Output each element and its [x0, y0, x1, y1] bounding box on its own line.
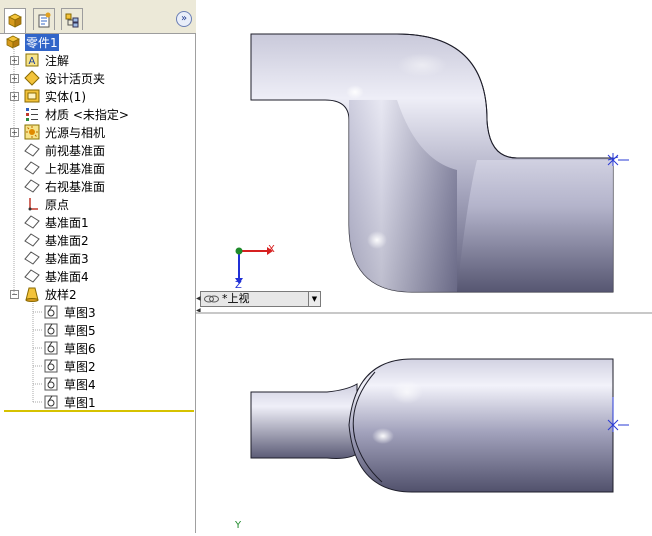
view-link-icon [204, 295, 219, 303]
tree-item-label: 草图6 [64, 342, 96, 356]
expand-toggle[interactable]: + [10, 92, 19, 101]
configuration-manager-tab[interactable] [61, 8, 83, 30]
tree-item-label: 草图4 [64, 378, 96, 392]
tree-item-material[interactable]: 材质 <未指定> [0, 105, 195, 123]
sketch-icon [44, 377, 58, 391]
tree-item-label: 草图5 [64, 324, 96, 338]
view-orientation-value: *上视 [222, 292, 250, 305]
tree-item-label: 光源与相机 [45, 126, 106, 140]
axis-z-label: Z [235, 280, 242, 291]
tree-item-sketch[interactable]: 草图1 [0, 393, 195, 411]
axis-y-label: Y [235, 520, 242, 531]
sketch-icon [44, 305, 58, 319]
material-icon [26, 108, 38, 121]
tree-item-label: 基准面4 [45, 270, 89, 284]
tree-item-label: 前视基准面 [45, 144, 106, 158]
bottom-viewport[interactable]: Y [197, 314, 652, 533]
tree-item-label: 原点 [45, 198, 70, 212]
plane-icon [24, 233, 40, 247]
tree-root-label: 零件1 [25, 34, 59, 51]
tree-item-label: 右视基准面 [45, 180, 106, 194]
tree-item-label: 放样2 [45, 288, 77, 302]
design-binder-icon [24, 70, 40, 86]
origin-icon [28, 198, 38, 211]
tree-item-label: 草图2 [64, 360, 96, 374]
plane-icon [24, 251, 40, 265]
expand-toggle[interactable]: + [10, 128, 19, 137]
tree-item-label: 基准面3 [45, 252, 89, 266]
tree-item-plane2[interactable]: 基准面2 [0, 231, 195, 249]
tree-item-label: 上视基准面 [45, 162, 106, 176]
tree-item-annotations[interactable]: + A 注解 [0, 51, 195, 69]
tree-item-top-plane[interactable]: 上视基准面 [0, 159, 195, 177]
configuration-icon [65, 13, 79, 27]
pipe-body-front-view [348, 358, 614, 493]
tree-item-label: 设计活页夹 [45, 72, 106, 86]
lights-camera-icon [24, 124, 40, 140]
property-manager-tab[interactable] [33, 8, 55, 30]
expand-toggle[interactable]: + [10, 56, 19, 65]
collapse-toggle[interactable]: − [10, 290, 19, 299]
tree-item-plane4[interactable]: 基准面4 [0, 267, 195, 285]
tree-root-part[interactable]: 零件1 [0, 33, 195, 51]
plane-icon [24, 161, 40, 175]
tree-item-label: 注解 [45, 54, 70, 68]
tree-item-sketch[interactable]: 草图6 [0, 339, 195, 357]
tree-item-plane3[interactable]: 基准面3 [0, 249, 195, 267]
property-icon [38, 12, 51, 27]
tree-item-label: 草图1 [64, 396, 96, 410]
tree-item-right-plane[interactable]: 右视基准面 [0, 177, 195, 195]
tree-item-label: 基准面1 [45, 216, 89, 230]
model-view-front [250, 358, 629, 493]
tree-item-front-plane[interactable]: 前视基准面 [0, 141, 195, 159]
sketch-icon [44, 359, 58, 373]
loft-icon [25, 287, 39, 302]
tree-item-label: 实体(1) [45, 90, 86, 104]
tree-item-label: 材质 <未指定> [45, 108, 129, 122]
tree-item-label: 草图3 [64, 306, 96, 320]
top-viewport[interactable]: X Z [197, 0, 652, 312]
plane-icon [24, 179, 40, 193]
tree-item-sketch[interactable]: 草图2 [0, 357, 195, 375]
axis-x-label: X [268, 244, 275, 255]
sketch-icon [44, 395, 58, 409]
plane-icon [24, 143, 40, 157]
tree-rollback-bar[interactable] [4, 410, 194, 412]
solid-body-icon [24, 89, 40, 103]
expand-toggle[interactable]: + [10, 74, 19, 83]
annotation-icon: A [25, 53, 39, 67]
model-view-top [235, 33, 629, 293]
manager-tab-bar: » [0, 0, 196, 34]
plane-icon [24, 269, 40, 283]
tree-item-sketch[interactable]: 草图4 [0, 375, 195, 393]
feature-manager-panel: » 零件1 + A 注解 + 设计活页夹 + 实体(1) 材质 <未指定> + … [0, 0, 196, 533]
view-orientation-dropdown[interactable]: *上视 ▼ [200, 291, 321, 307]
pipe-neck-front-view [250, 383, 358, 459]
tree-item-label: 基准面2 [45, 234, 89, 248]
part-icon [6, 35, 20, 49]
collapse-panel-button[interactable]: » [176, 11, 192, 27]
svg-text:A: A [29, 56, 36, 67]
tree-item-lights-cameras[interactable]: + 光源与相机 [0, 123, 195, 141]
sketch-icon [44, 323, 58, 337]
plane-icon [24, 215, 40, 229]
tree-item-origin[interactable]: 原点 [0, 195, 195, 213]
tree-item-loft2[interactable]: − 放样2 [0, 285, 195, 303]
tree-item-solid-bodies[interactable]: + 实体(1) [0, 87, 195, 105]
tree-item-design-binder[interactable]: + 设计活页夹 [0, 69, 195, 87]
tree-item-sketch[interactable]: 草图3 [0, 303, 195, 321]
tree-item-sketch[interactable]: 草图5 [0, 321, 195, 339]
chevron-down-icon[interactable]: ▼ [308, 292, 320, 306]
feature-tree-icon [8, 13, 22, 28]
tree-item-plane1[interactable]: 基准面1 [0, 213, 195, 231]
feature-manager-tab[interactable] [4, 8, 26, 33]
sketch-icon [44, 341, 58, 355]
